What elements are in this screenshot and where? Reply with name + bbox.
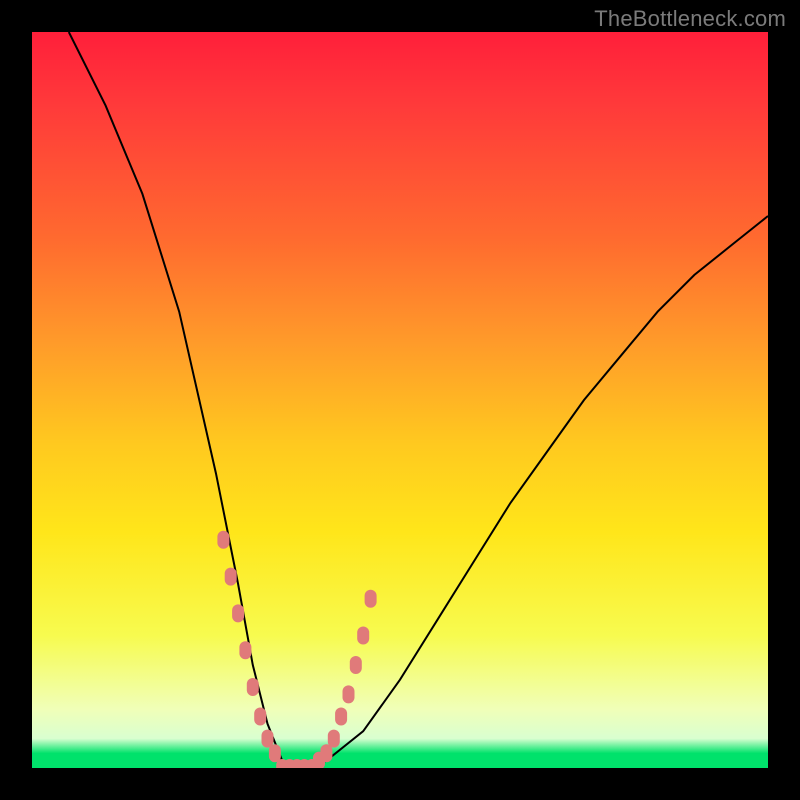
bottleneck-curve (69, 32, 768, 768)
marker-point (328, 730, 340, 748)
marker-point (365, 590, 377, 608)
marker-point (320, 744, 332, 762)
marker-point (343, 685, 355, 703)
marker-point (357, 627, 369, 645)
marker-point (217, 531, 229, 549)
marker-point (269, 744, 281, 762)
marker-point (225, 568, 237, 586)
marker-point (335, 708, 347, 726)
marker-point (247, 678, 259, 696)
watermark-text: TheBottleneck.com (594, 6, 786, 32)
curve-layer (32, 32, 768, 768)
plot-area (32, 32, 768, 768)
marker-point (350, 656, 362, 674)
marker-point (239, 641, 251, 659)
marker-group (217, 531, 376, 768)
marker-point (232, 604, 244, 622)
marker-point (254, 708, 266, 726)
marker-point (262, 730, 274, 748)
chart-frame: TheBottleneck.com (0, 0, 800, 800)
